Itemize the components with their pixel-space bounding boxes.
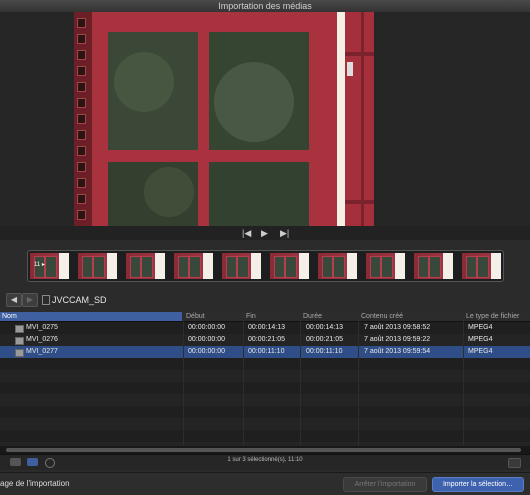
film-thumbnail: 11 ▸ xyxy=(30,253,69,279)
window-title: Importation des médias xyxy=(218,1,312,11)
film-thumbnail xyxy=(270,253,309,279)
table-header: Nom Début Fin Durée Contenu créé Le type… xyxy=(0,312,530,322)
cell-duration: 00:00:21:05 xyxy=(306,336,343,343)
path-bar: ◀ ▶ JVCCAM_SD xyxy=(0,290,530,310)
column-divider xyxy=(358,312,359,446)
filmstrip[interactable]: 11 ▸ xyxy=(27,250,504,282)
cell-created: 7 août 2013 09:58:52 xyxy=(364,324,431,331)
stop-import-button[interactable]: Arrêter l'importation xyxy=(343,477,427,492)
cell-created: 7 août 2013 09:59:22 xyxy=(364,336,431,343)
film-thumbnail xyxy=(414,253,453,279)
cell-type: MPEG4 xyxy=(468,348,493,355)
transport-controls: |◀ ▶ ▶| xyxy=(0,226,530,240)
film-thumbnail-label: 11 ▸ xyxy=(34,262,45,268)
column-divider xyxy=(183,312,184,446)
video-preview-frame xyxy=(74,12,374,226)
column-header-end[interactable]: Fin xyxy=(243,312,300,321)
film-thumbnail xyxy=(462,253,501,279)
column-divider xyxy=(300,312,301,446)
skip-back-icon[interactable]: |◀ xyxy=(242,227,251,239)
column-divider xyxy=(243,312,244,446)
table-empty-area xyxy=(0,358,530,446)
film-thumbnail xyxy=(318,253,357,279)
column-header-duration[interactable]: Durée xyxy=(300,312,357,321)
cell-type: MPEG4 xyxy=(468,324,493,331)
selection-status: 1 sur 3 sélectionné(s), 11:10 xyxy=(227,457,303,463)
play-icon[interactable]: ▶ xyxy=(261,227,268,239)
column-header-type[interactable]: Le type de fichier xyxy=(463,312,530,321)
video-preview-image xyxy=(74,12,374,226)
film-thumbnail xyxy=(366,253,405,279)
folder-name: JVCCAM_SD xyxy=(52,295,107,305)
cell-created: 7 août 2013 09:59:54 xyxy=(364,348,431,355)
table-row[interactable]: MVI_0275 00:00:00:00 00:00:14:13 00:00:1… xyxy=(0,322,530,334)
column-header-created[interactable]: Contenu créé xyxy=(358,312,461,321)
bottom-bar: age de l'importation Arrêter l'importati… xyxy=(0,472,530,495)
cell-start: 00:00:00:00 xyxy=(188,348,225,355)
skip-forward-icon[interactable]: ▶| xyxy=(280,227,289,239)
media-viewer xyxy=(0,12,530,236)
film-thumbnail xyxy=(174,253,213,279)
cell-start: 00:00:00:00 xyxy=(188,324,225,331)
eject-icon[interactable] xyxy=(508,458,521,468)
cell-duration: 00:00:14:13 xyxy=(306,324,343,331)
back-button[interactable]: ◀ xyxy=(6,293,22,307)
video-file-icon xyxy=(15,349,24,357)
column-header-name[interactable]: Nom xyxy=(0,312,182,321)
film-thumbnail xyxy=(222,253,261,279)
import-selection-button[interactable]: Importer la sélection… xyxy=(432,477,524,492)
cell-end: 00:00:14:13 xyxy=(248,324,285,331)
cell-name: MVI_0275 xyxy=(26,324,58,331)
cell-type: MPEG4 xyxy=(468,336,493,343)
folder-icon xyxy=(42,295,50,305)
film-sprockets xyxy=(74,12,88,236)
status-bar: 1 sur 3 sélectionné(s), 11:10 xyxy=(0,454,530,470)
scrollbar-thumb[interactable] xyxy=(6,448,521,452)
cell-duration: 00:00:11:10 xyxy=(306,348,343,355)
video-file-icon xyxy=(15,337,24,345)
cell-end: 00:00:11:10 xyxy=(248,348,285,355)
film-thumbnail xyxy=(78,253,117,279)
film-thumbnail xyxy=(126,253,165,279)
column-divider xyxy=(463,312,464,446)
cell-name: MVI_0276 xyxy=(26,336,58,343)
video-file-icon xyxy=(15,325,24,333)
column-header-start[interactable]: Début xyxy=(183,312,242,321)
import-option-label: age de l'importation xyxy=(0,479,70,488)
horizontal-scrollbar[interactable] xyxy=(0,446,530,454)
table-row[interactable]: MVI_0276 00:00:00:00 00:00:21:05 00:00:2… xyxy=(0,334,530,346)
cell-end: 00:00:21:05 xyxy=(248,336,285,343)
cell-start: 00:00:00:00 xyxy=(188,336,225,343)
table-row[interactable]: MVI_0277 00:00:00:00 00:00:11:10 00:00:1… xyxy=(0,346,530,358)
cell-name: MVI_0277 xyxy=(26,348,58,355)
forward-button[interactable]: ▶ xyxy=(22,293,38,307)
